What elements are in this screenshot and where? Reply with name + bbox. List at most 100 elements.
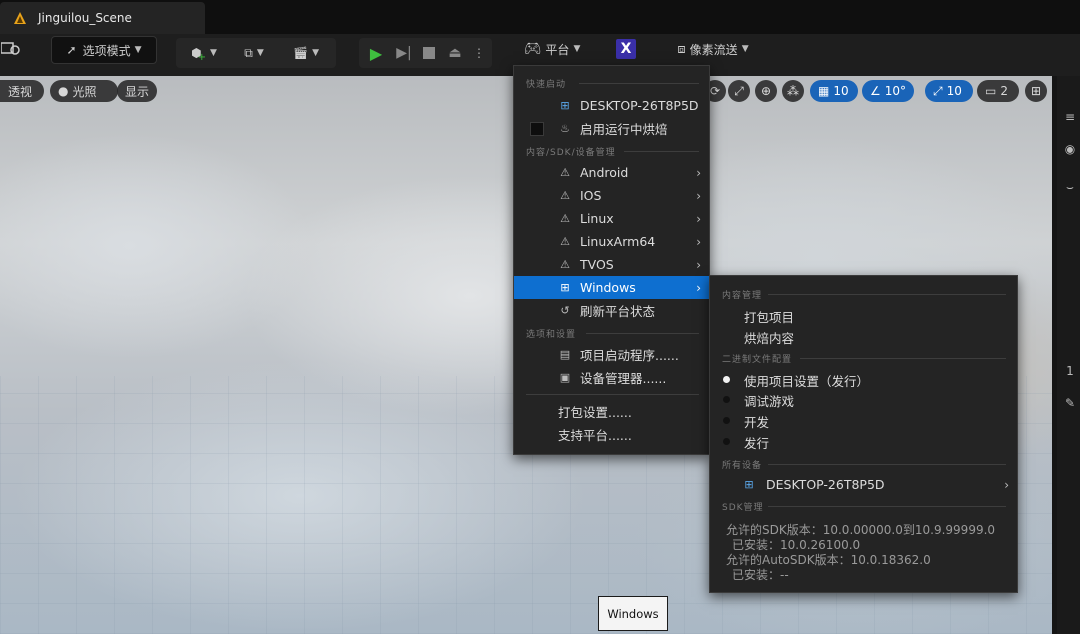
grid-snap-value: 10 (833, 84, 849, 98)
config-item[interactable]: 开发 (744, 412, 769, 431)
device-item[interactable]: ⊞ DESKTOP-26T8P5D › (710, 473, 1017, 496)
platforms-dropdown[interactable]: 🎮︎ 平台 ▼ (519, 34, 585, 64)
scale-snap-toggle[interactable]: ⤢ 10 (925, 80, 973, 102)
clapper-icon: 🎬︎ (292, 46, 309, 60)
rotation-snap-value: 10° (884, 84, 907, 98)
config-radio-selected[interactable] (723, 376, 730, 383)
divider (586, 333, 699, 334)
quick-launch-device-label: DESKTOP-26T8P5D (580, 98, 699, 113)
show-label: 显示 (125, 84, 150, 99)
autosdk-installed-text: 已安装：-- (732, 568, 789, 582)
maximize-icon[interactable]: ⤢ (728, 80, 750, 102)
refresh-icon: ↺ (560, 304, 570, 317)
more-vertical-icon: ⋮ (473, 46, 485, 60)
blueprint-button[interactable]: ⧉ ▼ (232, 38, 276, 68)
supported-platforms-item[interactable]: 支持平台...... (514, 423, 709, 446)
device-label: DESKTOP-26T8P5D (766, 477, 885, 492)
config-radio[interactable] (723, 417, 730, 424)
details-panel-edge: ≡ ◉ ⌣ 1 ✎ (1057, 76, 1080, 634)
add-actor-button[interactable]: ⬢ + ▼ (184, 38, 224, 68)
play-button[interactable]: ▶ (363, 38, 389, 68)
edit-icon[interactable]: ✎ (1061, 396, 1079, 410)
packaging-settings-item[interactable]: 打包设置...... (514, 400, 709, 423)
windows-icon: ⊞ (560, 99, 570, 112)
device-manager-icon: ▣ (559, 371, 571, 384)
world-space-icon[interactable]: ⊕ (755, 80, 777, 102)
enable-live-cook-item[interactable]: ♨ 启用运行中烘焙 (514, 117, 709, 140)
config-item[interactable]: 发行 (744, 433, 769, 452)
platform-item-linuxarm64[interactable]: ⚠ LinuxArm64 › (514, 230, 709, 253)
play-icon: ▶ (369, 43, 383, 63)
pixel-streaming-dropdown[interactable]: ⧈ 像素流送 ▼ (668, 34, 758, 64)
platform-item-windows[interactable]: ⊞ Windows › (514, 276, 709, 299)
surface-snap-icon[interactable]: ⁂ (782, 80, 804, 102)
viewport-layout-icon[interactable]: ⊞ (1025, 80, 1047, 102)
quick-launch-device-item[interactable]: ⊞ DESKTOP-26T8P5D (514, 94, 709, 117)
blueprint-icon: ⧉ (244, 45, 253, 60)
chevron-down-icon: ▼ (134, 45, 142, 55)
level-tab[interactable]: Jinguilou_Scene (0, 2, 205, 34)
scale-icon: ⤢ (933, 83, 943, 98)
platform-item-linux[interactable]: ⚠ Linux › (514, 207, 709, 230)
section-quick-launch: 快速启动 (526, 80, 567, 90)
platform-item-ios[interactable]: ⚠ IOS › (514, 184, 709, 207)
enable-live-cook-label: 启用运行中烘焙 (580, 122, 668, 137)
browse-icon[interactable] (0, 34, 22, 64)
device-manager-label: 设备管理器...... (580, 371, 667, 386)
chevron-right-icon: › (696, 280, 701, 295)
cook-icon: ♨ (560, 122, 570, 135)
tooltip-text: Windows (607, 606, 659, 621)
live-cook-checkbox[interactable] (530, 122, 544, 136)
stop-icon (423, 47, 435, 59)
cook-content-item[interactable]: 烘焙内容 (744, 328, 794, 347)
cinematics-button[interactable]: 🎬︎ ▼ (284, 38, 328, 68)
hub-button[interactable]: X (614, 34, 638, 64)
device-manager-item[interactable]: ▣ 设备管理器...... (514, 366, 709, 389)
play-options-button[interactable]: ⋮ (471, 38, 487, 68)
config-item[interactable]: 调试游戏 (744, 391, 794, 410)
eject-button[interactable]: ⏏ (443, 38, 467, 68)
play-controls-group: ▶ ▶| ⏏ ⋮ (359, 38, 492, 68)
grid-snap-toggle[interactable]: ▦ 10 (810, 80, 858, 102)
platform-item-tvos[interactable]: ⚠ TVOS › (514, 253, 709, 276)
pixel-streaming-label: 像素流送 (689, 42, 738, 57)
rotation-snap-toggle[interactable]: ∠ 10° (862, 80, 914, 102)
warning-icon: ⚠ (560, 212, 570, 225)
camera-speed-value: 2 (1000, 84, 1008, 98)
perspective-button[interactable]: 透视 (0, 80, 44, 102)
skip-frame-icon: ▶| (396, 45, 412, 61)
section-options: 选项和设置 (526, 330, 577, 340)
streaming-icon: ⧈ (677, 41, 686, 57)
camera-speed-button[interactable]: ▭ 2 (977, 80, 1019, 102)
lit-mode-button[interactable]: ● 光照 (50, 80, 118, 102)
gamepad-icon: 🎮︎ (523, 41, 542, 57)
divider (768, 464, 1006, 465)
config-radio[interactable] (723, 396, 730, 403)
platforms-label: 平台 (545, 42, 570, 57)
windows-icon: ⊞ (744, 478, 754, 491)
eye-icon[interactable]: ◉ (1061, 142, 1079, 156)
divider (579, 83, 699, 84)
filter-icon[interactable]: ≡ (1061, 110, 1079, 124)
cursor-icon: ➚ (66, 43, 77, 57)
refresh-platform-status-item[interactable]: ↺ 刷新平台状态 (514, 299, 709, 322)
stop-button[interactable] (417, 38, 441, 68)
supported-platforms-label: 支持平台...... (558, 428, 632, 443)
camera-icon: ▭ (985, 84, 997, 98)
project-launcher-item[interactable]: ▤ 项目启动程序...... (514, 343, 709, 366)
platform-label: TVOS (580, 257, 614, 272)
platform-item-android[interactable]: ⚠ Android › (514, 161, 709, 184)
divider (768, 294, 1006, 295)
config-item[interactable]: 使用项目设置（发行） (744, 371, 869, 390)
launcher-icon: ▤ (559, 348, 571, 361)
scale-snap-value: 10 (946, 84, 962, 98)
chevron-right-icon: › (696, 211, 701, 226)
skip-frame-button[interactable]: ▶| (391, 38, 417, 68)
package-project-item[interactable]: 打包项目 (744, 307, 794, 326)
number-fragment: 1 (1066, 364, 1074, 378)
config-radio[interactable] (723, 438, 730, 445)
packaging-settings-label: 打包设置...... (558, 405, 632, 420)
arc-icon: ⌣ (1066, 180, 1074, 194)
show-flags-button[interactable]: 显示 (117, 80, 157, 102)
selection-mode-dropdown[interactable]: ➚ 选项模式 ▼ (51, 36, 157, 64)
